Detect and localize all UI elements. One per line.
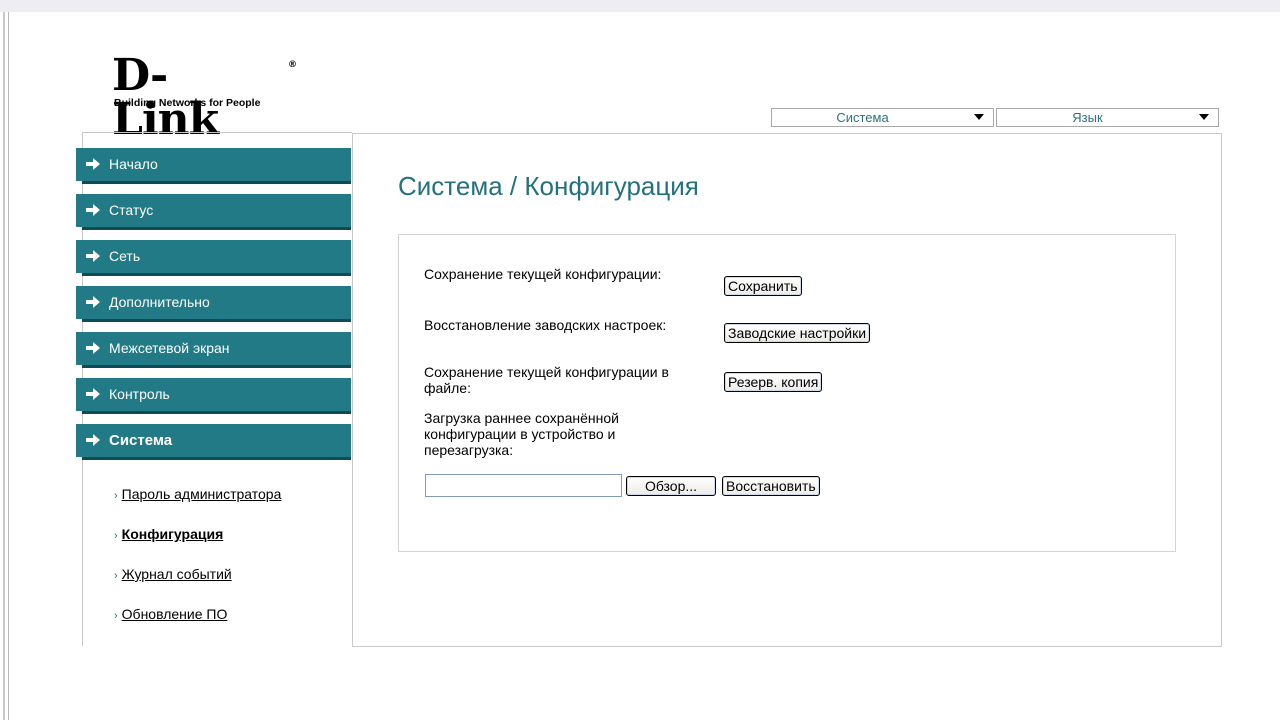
arrow-right-icon	[86, 296, 100, 308]
backup-label-line: файле:	[424, 380, 471, 396]
sidebar-item-label: Начало	[109, 156, 158, 172]
subitem-label: Конфигурация	[121, 526, 224, 542]
arrow-right-icon	[86, 434, 100, 446]
sidebar-item-network[interactable]: Сеть	[76, 240, 351, 276]
bullet-icon: ›	[114, 530, 118, 542]
sidebar-item-label: Контроль	[109, 386, 170, 402]
arrow-right-icon	[86, 388, 100, 400]
logo-registered-mark: ®	[288, 60, 297, 70]
chevron-down-icon	[1199, 114, 1209, 120]
sidebar-item-status[interactable]: Статус	[76, 194, 351, 230]
restore-config-label: Загрузка раннее сохранённой конфигурации…	[424, 410, 619, 458]
subitem-admin-password[interactable]: › Пароль администратора	[114, 486, 281, 502]
sidebar-item-advanced[interactable]: Дополнительно	[76, 286, 351, 322]
bullet-icon: ›	[114, 570, 118, 582]
sidebar-item-label: Межсетевой экран	[109, 340, 230, 356]
backup-button[interactable]: Резерв. копия	[724, 372, 823, 392]
sidebar-item-firewall[interactable]: Межсетевой экран	[76, 332, 351, 368]
factory-reset-button[interactable]: Заводские настройки	[724, 323, 871, 343]
arrow-right-icon	[86, 342, 100, 354]
subitem-firmware-update[interactable]: › Обновление ПО	[114, 606, 227, 622]
sidebar-border-top	[82, 132, 352, 133]
sidebar-item-label: Сеть	[109, 248, 141, 264]
page-title: Система / Конфигурация	[398, 171, 699, 201]
sidebar-item-label: Статус	[109, 202, 154, 218]
subitem-label: Журнал событий	[121, 566, 232, 582]
backup-label-line: Сохранение текущей конфигурации в	[424, 364, 669, 380]
logo-tagline: Building Networks for People	[114, 97, 261, 109]
arrow-right-icon	[86, 158, 100, 170]
subitem-configuration[interactable]: › Конфигурация	[114, 526, 223, 542]
subitem-label: Обновление ПО	[121, 606, 228, 622]
left-window-border	[0, 12, 9, 720]
bullet-icon: ›	[114, 610, 118, 622]
arrow-right-icon	[86, 250, 100, 262]
subitem-event-log[interactable]: › Журнал событий	[114, 566, 232, 582]
system-menu-label: Система	[836, 110, 889, 125]
subitem-label: Пароль администратора	[121, 486, 282, 502]
restore-label-line: конфигурации в устройство и	[424, 426, 616, 442]
arrow-right-icon	[86, 204, 100, 216]
language-menu-label: Язык	[1072, 110, 1103, 125]
top-strip	[0, 0, 1280, 12]
system-menu-dropdown[interactable]: Система	[771, 108, 994, 127]
sidebar-item-system[interactable]: Система	[76, 424, 351, 460]
bullet-icon: ›	[114, 490, 118, 502]
backup-config-label: Сохранение текущей конфигурации в файле:	[424, 364, 669, 396]
sidebar-item-control[interactable]: Контроль	[76, 378, 351, 414]
factory-reset-label: Восстановление заводских настроек:	[424, 317, 667, 333]
language-menu-dropdown[interactable]: Язык	[996, 108, 1219, 127]
config-file-input[interactable]	[425, 474, 622, 497]
browse-button[interactable]: Обзор...	[626, 476, 716, 496]
restore-label-line: Загрузка раннее сохранённой	[424, 410, 619, 426]
sidebar-item-label: Система	[109, 432, 173, 449]
save-button[interactable]: Сохранить	[724, 276, 802, 296]
restore-label-line: перезагрузка:	[424, 442, 514, 458]
sidebar-item-label: Дополнительно	[109, 294, 210, 310]
save-config-label: Сохранение текущей конфигурации:	[424, 266, 662, 282]
sidebar-item-start[interactable]: Начало	[76, 148, 351, 184]
restore-button[interactable]: Восстановить	[722, 476, 820, 496]
